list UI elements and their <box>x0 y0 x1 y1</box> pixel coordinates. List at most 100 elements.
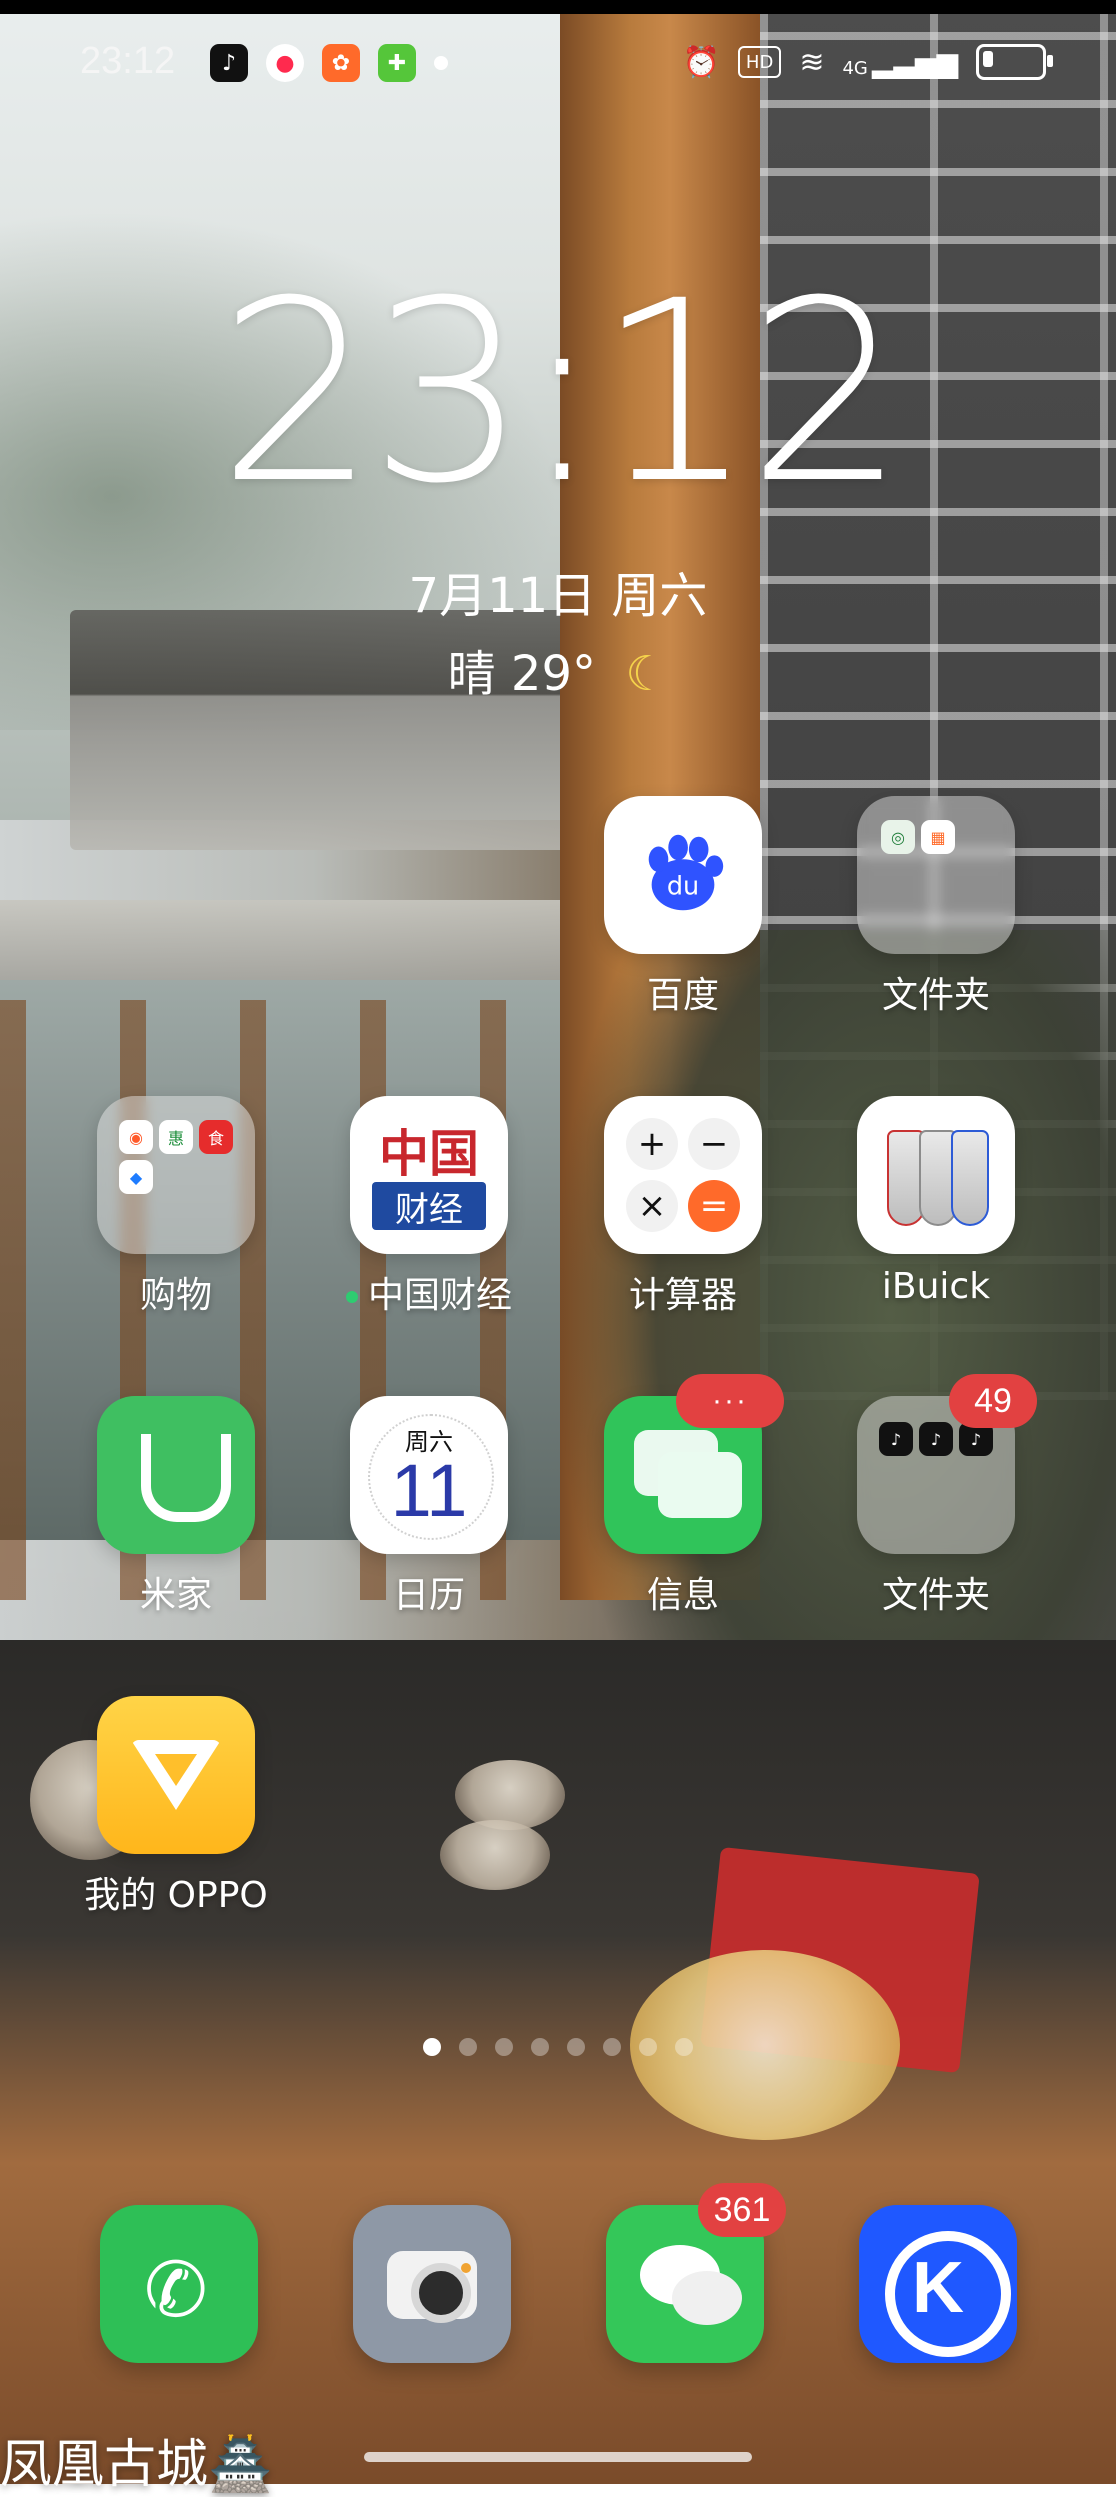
calculator-icon: + − × = <box>604 1096 762 1254</box>
signal-bars-icon: ▂▃▅▆ <box>871 45 958 79</box>
app-baidu[interactable]: du 百度 <box>583 796 783 1018</box>
china-finance-icon-text-bottom: 财经 <box>372 1182 486 1230</box>
tiktok-icon: ♪ <box>879 1422 913 1456</box>
network-type-label: 4G <box>842 57 868 79</box>
app-label: 信息 <box>646 1575 719 1616</box>
notification-badge: ··· <box>676 1374 784 1428</box>
app-ibuick[interactable]: iBuick <box>836 1096 1036 1307</box>
moon-icon: ☾ <box>625 646 669 702</box>
app-label: 计算器 <box>628 1275 737 1316</box>
app-calculator[interactable]: + − × = 计算器 <box>583 1096 783 1318</box>
folder-icon: ◉ 惠 食 ◆ <box>97 1096 255 1254</box>
app-shopping[interactable]: ◉ 惠 食 ◆ 购物 <box>76 1096 276 1318</box>
mini-app-icon: 食 <box>199 1120 233 1154</box>
orange-app-icon: ✿ <box>322 44 360 82</box>
mini-app-icon: ◉ <box>119 1120 153 1154</box>
mini-app-icon: ◎ <box>881 820 915 854</box>
chat-bubble-icon <box>658 1452 742 1518</box>
page-dot[interactable] <box>567 2038 585 2056</box>
app-mijia[interactable]: 米家 <box>76 1396 276 1618</box>
mini-app-icon: 惠 <box>159 1120 193 1154</box>
dock-phone[interactable]: ✆ <box>100 2205 258 2363</box>
page-dot[interactable] <box>531 2038 549 2056</box>
tiktok-icon: ♪ <box>919 1422 953 1456</box>
china-finance-icon: 中国 财经 <box>350 1096 508 1254</box>
battery-level <box>983 51 993 67</box>
app-label: 日历 <box>392 1575 465 1616</box>
new-install-dot-icon <box>345 1291 358 1303</box>
wechat-bubble-icon <box>672 2271 742 2325</box>
status-bar: 23:12 ♪ ● ✿ ✚ ⏰ HD ≋ 4G ▂▃▅▆ <box>0 0 1116 130</box>
buick-logo-icon <box>857 1096 1015 1254</box>
app-label: iBuick <box>881 1266 991 1307</box>
clock-widget-time[interactable]: 23:12 <box>0 268 1116 518</box>
green-app-icon: ✚ <box>378 44 416 82</box>
system-icons: ⏰ HD ≋ 4G ▂▃▅▆ <box>682 44 1053 80</box>
my-oppo-icon <box>97 1696 255 1854</box>
page-indicator[interactable] <box>0 2038 1116 2056</box>
plus-key-icon: + <box>626 1118 678 1170</box>
dock-wechat[interactable]: 361 <box>606 2183 786 2363</box>
phone-icon: ✆ <box>144 2245 208 2334</box>
camera-flash-icon <box>461 2263 471 2273</box>
hd-icon: HD <box>737 46 782 78</box>
equals-key-icon: = <box>688 1180 740 1232</box>
folder-icon: ◎ ▦ <box>857 796 1015 954</box>
baidu-paw-icon: du <box>648 834 724 911</box>
page-dot[interactable] <box>675 2038 693 2056</box>
minus-key-icon: − <box>688 1118 740 1170</box>
baidu-icon: du <box>604 796 762 954</box>
signal-icon: 4G ▂▃▅▆ <box>842 46 958 79</box>
app-label: 文件夹 <box>881 975 990 1016</box>
page-dot-active[interactable] <box>423 2038 441 2056</box>
app-label: 文件夹 <box>881 1575 990 1616</box>
app-calendar[interactable]: 周六 11 日历 <box>329 1396 529 1618</box>
folder-icon: ♪ ♪ ♪ 49 <box>857 1374 1037 1554</box>
page-dot[interactable] <box>603 2038 621 2056</box>
status-time: 23:12 <box>80 40 176 82</box>
battery-icon <box>976 44 1053 80</box>
mini-app-icon: ▦ <box>921 820 955 854</box>
app-china-finance[interactable]: 中国 财经 中国财经 <box>329 1096 529 1318</box>
kuwo-k-icon: K <box>912 2248 964 2328</box>
clock-widget-date: 7月11日 周六 <box>408 568 708 624</box>
app-label: 中国财经 <box>329 1266 529 1318</box>
wifi-icon: ≋ <box>799 44 825 80</box>
alarm-icon: ⏰ <box>682 44 720 80</box>
times-key-icon: × <box>626 1180 678 1232</box>
page-dot[interactable] <box>495 2038 513 2056</box>
app-label: 我的 OPPO <box>84 1875 268 1916</box>
wallpaper-cup <box>440 1820 550 1890</box>
page-dot[interactable] <box>639 2038 657 2056</box>
dock-camera[interactable] <box>353 2205 511 2363</box>
messages-icon: ··· <box>604 1374 784 1554</box>
app-folder-2[interactable]: ♪ ♪ ♪ 49 文件夹 <box>836 1374 1037 1618</box>
calendar-icon: 周六 11 <box>350 1396 508 1554</box>
wallpaper-bridge <box>0 900 560 990</box>
dock-kuwo[interactable]: K <box>859 2205 1017 2363</box>
home-indicator[interactable] <box>364 2452 752 2462</box>
wallpaper-cup <box>455 1760 565 1830</box>
app-folder-1[interactable]: ◎ ▦ 文件夹 <box>836 796 1036 1018</box>
calendar-day: 11 <box>390 1449 468 1532</box>
page-dot[interactable] <box>459 2038 477 2056</box>
weather-widget[interactable]: 晴 29° ☾ <box>0 634 1116 704</box>
notification-badge: 361 <box>698 2183 786 2237</box>
mijia-mark-icon <box>141 1434 231 1522</box>
china-finance-icon-text-top: 中国 <box>379 1124 479 1183</box>
mijia-icon <box>97 1396 255 1554</box>
app-label: 米家 <box>139 1575 212 1616</box>
weather-text: 晴 29° <box>447 646 597 702</box>
app-label: 百度 <box>646 975 719 1016</box>
app-messages[interactable]: ··· 信息 <box>583 1374 784 1618</box>
tiktok-icon: ♪ <box>210 44 248 82</box>
notification-icons: ♪ ● ✿ ✚ <box>210 44 448 82</box>
wallpaper-caption: 凤凰古城🏯 <box>0 2435 273 2495</box>
buick-shield-icon <box>951 1130 989 1226</box>
more-dot-icon <box>434 56 448 70</box>
app-my-oppo[interactable]: 我的 OPPO <box>76 1696 276 1918</box>
red-circle-app-icon: ● <box>266 44 304 82</box>
app-label: 购物 <box>139 1275 212 1316</box>
notification-badge: 49 <box>949 1374 1037 1428</box>
mini-app-icon: ◆ <box>119 1160 153 1194</box>
